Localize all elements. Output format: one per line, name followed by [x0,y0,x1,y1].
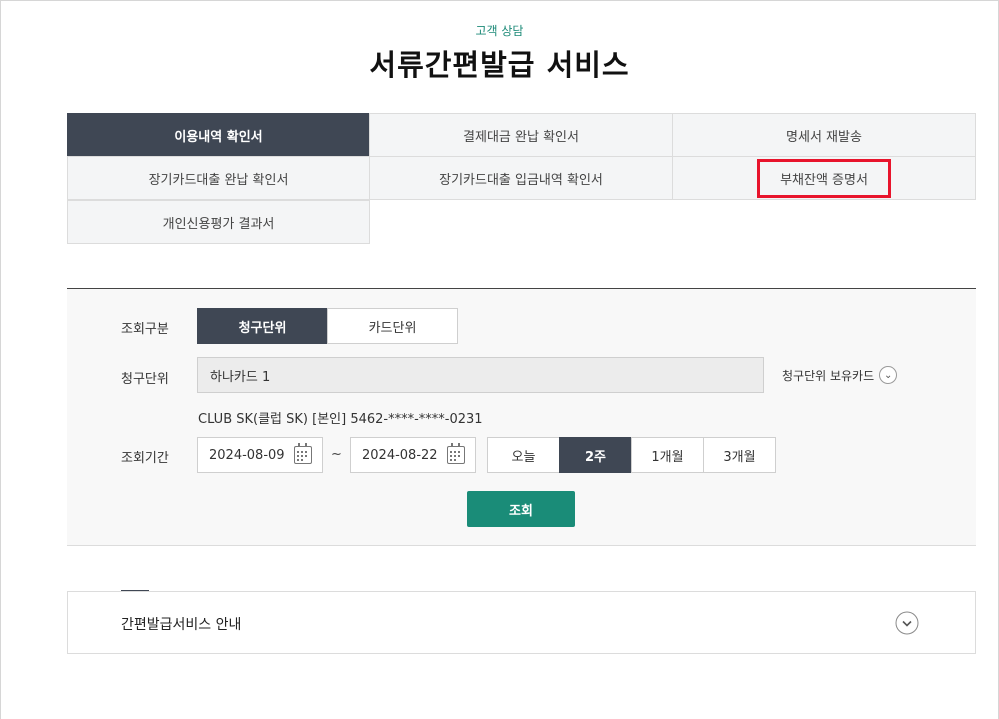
tab-label: 명세서 재발송 [786,129,862,145]
date-separator: ~ [331,447,342,462]
query-type-label: 조회구분 [121,322,169,337]
card-info-text: CLUB SK(클럽 SK) [본인] 5462-****-****-0231 [198,412,483,427]
period-preset-toggle: 오늘 2주 1개월 3개월 [487,437,776,473]
query-type-toggle: 청구단위 카드단위 [197,308,458,344]
tab-statement-resend[interactable]: 명세서 재발송 [672,113,976,157]
start-date-input[interactable]: 2024-08-09 [197,437,323,473]
preset-2-weeks[interactable]: 2주 [559,437,632,473]
search-button[interactable]: 조회 [467,491,575,527]
end-date-value: 2024-08-22 [362,447,438,463]
tab-usage-history[interactable]: 이용내역 확인서 [67,113,370,157]
tab-label: 이용내역 확인서 [174,129,263,145]
tab-label: 개인신용평가 결과서 [162,216,275,232]
section-subtitle: 고객 상담 [475,24,524,38]
option-card-unit[interactable]: 카드단위 [327,308,458,344]
period-label: 조회기간 [121,451,169,466]
start-date-value: 2024-08-09 [209,447,285,463]
chevron-down-icon[interactable] [895,611,919,635]
page-title: 서류간편발급 서비스 [369,48,630,82]
tab-label: 결제대금 완납 확인서 [463,129,579,145]
chevron-down-icon: ⌄ [879,366,898,384]
guide-accordion[interactable]: 간편발급서비스 안내 [67,591,976,654]
tab-loan-repaid[interactable]: 장기카드대출 완납 확인서 [67,156,370,200]
billing-unit-value: 하나카드 1 [210,369,271,385]
search-panel: 조회구분 청구단위 카드단위 청구단위 하나카드 1 청구단위 보유카드 ⌄ C… [67,288,976,546]
tab-label: 장기카드대출 완납 확인서 [148,172,289,188]
tab-label: 부채잔액 증명서 [780,172,868,188]
tab-payment-complete[interactable]: 결제대금 완납 확인서 [369,113,673,157]
billing-unit-cards-link[interactable]: 청구단위 보유카드 ⌄ [782,366,898,384]
tab-debt-balance-certificate[interactable]: 부채잔액 증명서 [672,156,976,200]
tab-credit-evaluation[interactable]: 개인신용평가 결과서 [67,200,370,244]
preset-1-month[interactable]: 1개월 [631,437,704,473]
tab-loan-deposit-history[interactable]: 장기카드대출 입금내역 확인서 [369,156,673,200]
billing-unit-label: 청구단위 [121,372,169,387]
highlight-box: 부채잔액 증명서 [757,158,891,198]
preset-3-months[interactable]: 3개월 [703,437,776,473]
preset-today[interactable]: 오늘 [487,437,560,473]
guide-title: 간편발급서비스 안내 [121,617,242,633]
option-billing-unit[interactable]: 청구단위 [197,308,328,344]
billing-unit-select[interactable]: 하나카드 1 [197,357,764,393]
calendar-icon[interactable] [447,443,465,464]
tab-label: 장기카드대출 입금내역 확인서 [439,172,603,188]
end-date-input[interactable]: 2024-08-22 [350,437,476,473]
calendar-icon[interactable] [294,443,312,464]
document-tabs: 이용내역 확인서 결제대금 완납 확인서 명세서 재발송 장기카드대출 완납 확… [67,113,976,244]
cards-link-label: 청구단위 보유카드 [782,368,875,383]
